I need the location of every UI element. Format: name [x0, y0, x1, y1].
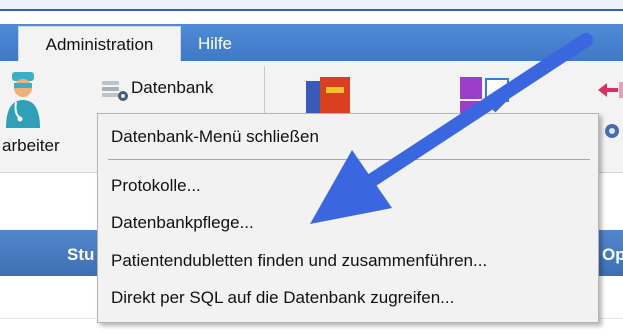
table-header-left[interactable]: Stu: [67, 245, 94, 265]
menu-item-patientendubletten[interactable]: Patientendubletten finden und zusammenfü…: [111, 251, 487, 271]
doctor-icon[interactable]: [4, 72, 42, 132]
menu-item-close-database-menu[interactable]: Datenbank-Menü schließen: [111, 127, 319, 147]
tab-hilfe[interactable]: Hilfe: [198, 26, 232, 61]
gear-icon[interactable]: [602, 120, 623, 142]
menu-separator: [108, 159, 590, 160]
window-accent-line: [0, 9, 623, 11]
menu-item-protokolle[interactable]: Protokolle...: [111, 176, 201, 196]
tab-administration[interactable]: Administration: [18, 26, 181, 61]
menu-item-datenbankpflege[interactable]: Datenbankpflege...: [111, 213, 254, 233]
ribbon-datenbank-button[interactable]: Datenbank: [131, 78, 213, 98]
datenbank-dropdown-menu: Datenbank-Menü schließen Protokolle... D…: [97, 113, 599, 323]
arrow-left-icon[interactable]: [596, 80, 623, 100]
book-icon[interactable]: [306, 77, 354, 115]
menu-item-sql-access[interactable]: Direkt per SQL auf die Datenbank zugreif…: [111, 288, 454, 308]
database-gear-icon: [102, 81, 128, 101]
ribbon-mitarbeiter-label: arbeiter: [2, 136, 60, 155]
forms-icon[interactable]: [460, 77, 516, 115]
window-top-strip: [0, 0, 623, 11]
table-header-right[interactable]: Op: [602, 245, 623, 265]
